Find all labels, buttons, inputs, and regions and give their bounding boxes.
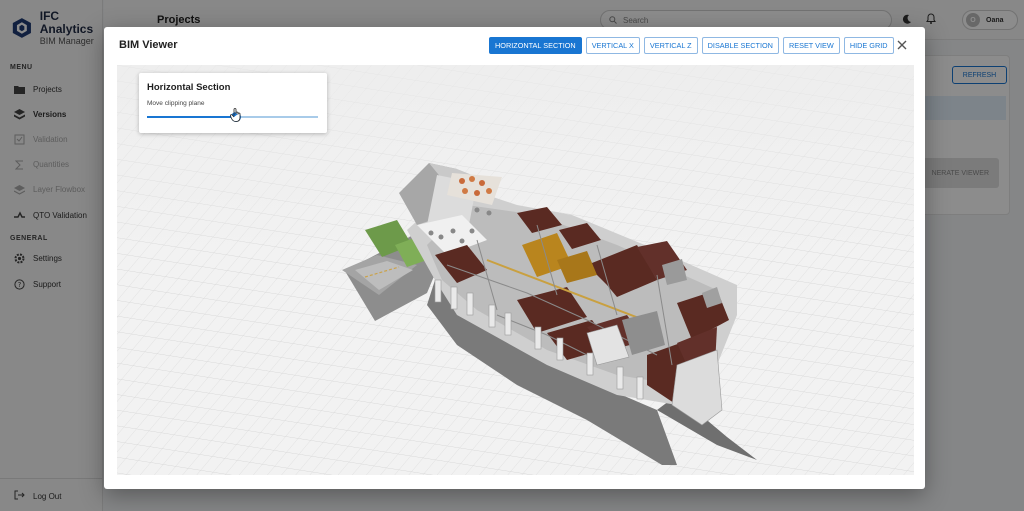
chair	[469, 176, 475, 182]
section-panel-title: Horizontal Section	[147, 82, 231, 93]
3d-viewport[interactable]: Horizontal Section Move clipping plane	[117, 65, 914, 475]
bim-viewer-dialog: BIM Viewer HORIZONTAL SECTION VERTICAL X…	[104, 27, 925, 489]
hand-cursor-icon	[230, 108, 241, 122]
table	[428, 230, 434, 236]
hide-grid-button[interactable]: HIDE GRID	[843, 37, 894, 54]
table	[474, 207, 480, 213]
chair	[486, 188, 492, 194]
table	[469, 228, 475, 234]
section-panel-subtitle: Move clipping plane	[147, 100, 205, 107]
close-icon[interactable]	[896, 39, 908, 51]
table	[486, 210, 492, 216]
slider-fill	[147, 116, 236, 118]
horizontal-section-button[interactable]: HORIZONTAL SECTION	[489, 37, 582, 54]
vertical-x-button[interactable]: VERTICAL X	[585, 37, 640, 54]
vertical-z-button[interactable]: VERTICAL Z	[643, 37, 698, 54]
chair	[462, 188, 468, 194]
table	[459, 238, 465, 244]
chair	[459, 178, 465, 184]
table	[450, 228, 456, 234]
disable-section-button[interactable]: DISABLE SECTION	[701, 37, 779, 54]
chair	[479, 180, 485, 186]
table	[438, 234, 444, 240]
viewer-toolbar: HORIZONTAL SECTION VERTICAL X VERTICAL Z…	[489, 37, 894, 54]
reset-view-button[interactable]: RESET VIEW	[782, 37, 840, 54]
horizontal-section-panel: Horizontal Section Move clipping plane	[139, 73, 327, 133]
dialog-title: BIM Viewer	[119, 39, 178, 51]
chair	[474, 190, 480, 196]
